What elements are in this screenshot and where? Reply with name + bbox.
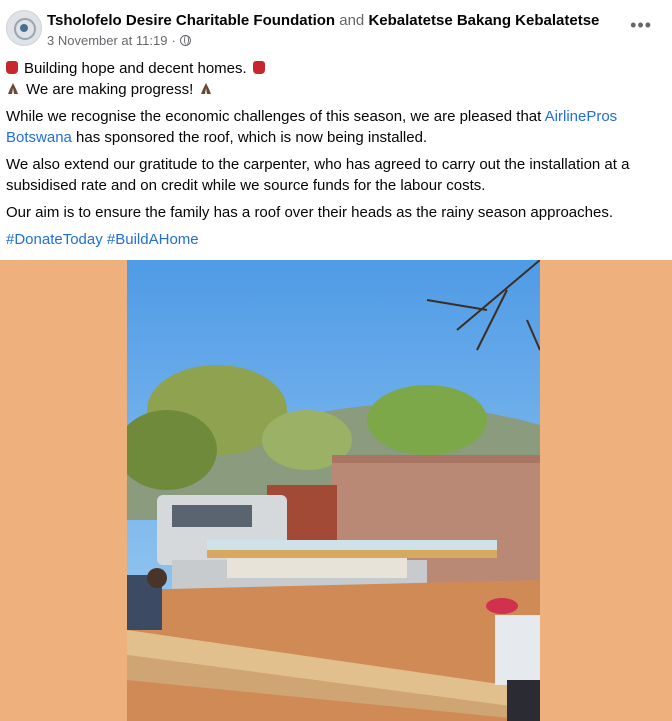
post-meta: 3 November at 11:19 · (47, 32, 191, 49)
construction-scene-image (127, 260, 540, 721)
folded-hands-emoji-icon (8, 83, 18, 94)
avatar-dot (20, 24, 28, 32)
post-paragraph-3: Our aim is to ensure the family has a ro… (6, 204, 613, 221)
post-header: Tsholofelo Desire Charitable Foundation … (0, 0, 672, 58)
author-secondary-link[interactable]: Kebalatetse Bakang Kebalatetse (368, 12, 599, 29)
author-primary-link[interactable]: Tsholofelo Desire Charitable Foundation (47, 12, 335, 29)
post-line-2: We are making progress! (6, 79, 646, 100)
more-options-icon[interactable]: ••• (630, 16, 652, 34)
post-timestamp[interactable]: 3 November at 11:19 (47, 32, 167, 49)
meta-separator: · (171, 33, 176, 48)
globe-icon[interactable] (179, 35, 191, 46)
facebook-post: Tsholofelo Desire Charitable Foundation … (0, 0, 672, 721)
folded-hands-emoji-icon (201, 83, 212, 94)
red-lantern-emoji-icon (6, 61, 18, 74)
paragraph-1-text-b: has sponsored the roof, which is now bei… (71, 129, 428, 146)
post-photo[interactable] (127, 260, 540, 721)
post-paragraph-2: We also extend our gratitude to the carp… (6, 156, 630, 194)
post-text: Building hope and decent homes. We are m… (6, 58, 646, 256)
post-line-1-text: Building hope and decent homes. (24, 60, 247, 77)
post-line-2-text: We are making progress! (26, 81, 194, 98)
post-line-1: Building hope and decent homes. (6, 58, 646, 79)
post-paragraph-1: While we recognise the economic challeng… (6, 106, 646, 148)
hashtags[interactable]: #DonateToday #BuildAHome (6, 229, 646, 250)
author-avatar[interactable] (6, 10, 42, 46)
red-lantern-emoji-icon (252, 61, 265, 74)
author-line: Tsholofelo Desire Charitable Foundation … (47, 11, 599, 30)
post-photo-container[interactable] (0, 260, 672, 721)
paragraph-1-text-a: While we recognise the economic challeng… (6, 108, 545, 125)
author-conjunction: and (339, 12, 365, 29)
